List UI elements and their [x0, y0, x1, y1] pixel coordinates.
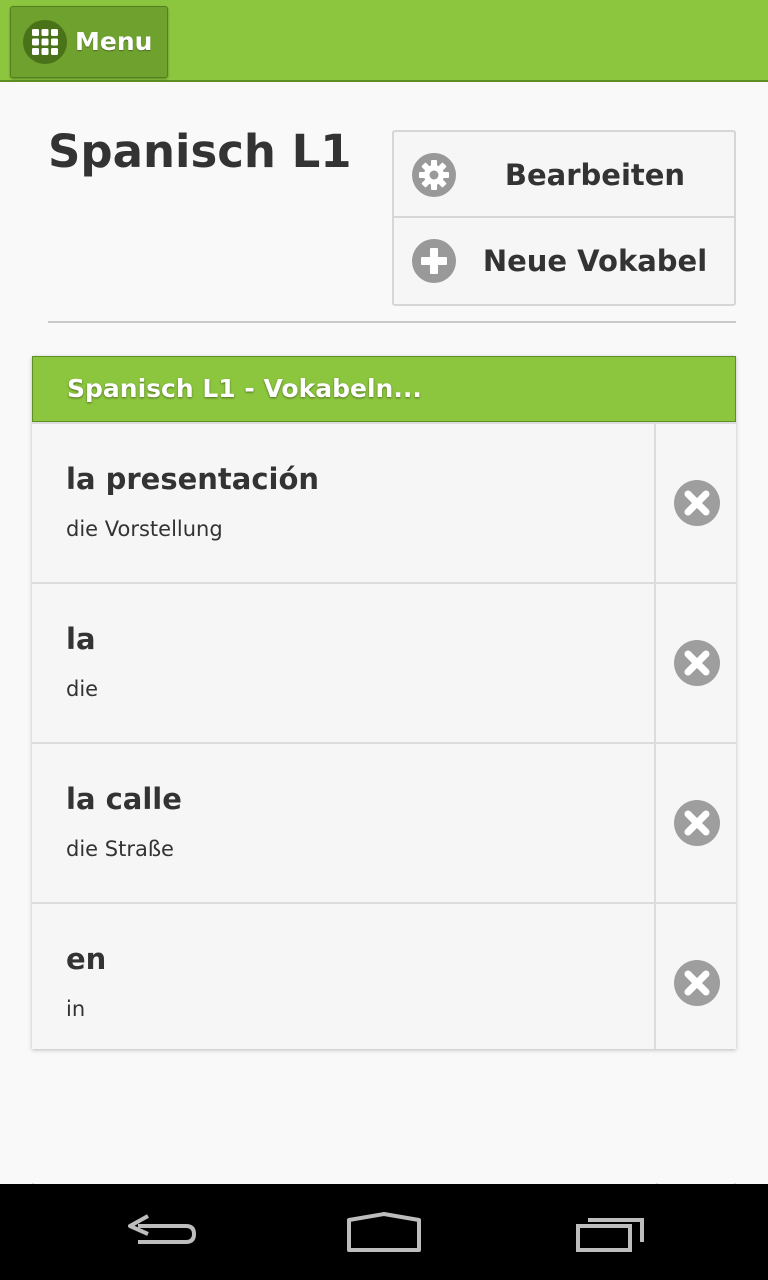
- vocab-item-body[interactable]: la die: [32, 584, 656, 742]
- gear-icon: [412, 153, 456, 197]
- delete-button[interactable]: [658, 424, 736, 582]
- vocab-word: la: [66, 622, 96, 656]
- list-header-title: Spanisch L1 - Vokabeln...: [67, 374, 422, 403]
- menu-label: Menu: [75, 27, 153, 56]
- vocab-list: Spanisch L1 - Vokabeln... la presentació…: [32, 356, 736, 1049]
- list-continuation: [32, 1176, 736, 1191]
- vocab-word: en: [66, 942, 107, 976]
- recents-icon: [564, 1218, 654, 1266]
- home-icon: [339, 1212, 429, 1266]
- list-header: Spanisch L1 - Vokabeln...: [32, 356, 736, 422]
- top-bar: Menu: [0, 0, 768, 82]
- back-button[interactable]: [114, 1202, 204, 1262]
- delete-button[interactable]: [658, 744, 736, 902]
- list-item: la die: [32, 582, 736, 742]
- vocab-word: la presentación: [66, 462, 320, 496]
- close-circle-icon: [674, 640, 720, 686]
- recents-button[interactable]: [564, 1202, 654, 1262]
- new-vocab-button-label: Neue Vokabel: [482, 244, 708, 278]
- vocab-item-body[interactable]: en in: [32, 904, 656, 1049]
- close-circle-icon: [674, 480, 720, 526]
- edit-button[interactable]: Bearbeiten: [394, 132, 734, 218]
- edit-button-label: Bearbeiten: [504, 158, 686, 192]
- vocab-translation: die Vorstellung: [66, 517, 223, 541]
- vocab-translation: in: [66, 997, 86, 1021]
- vocab-translation: die: [66, 677, 99, 701]
- list-item: la calle die Straße: [32, 742, 736, 902]
- home-button[interactable]: [339, 1202, 429, 1262]
- menu-button[interactable]: Menu: [10, 6, 168, 78]
- close-circle-icon: [674, 960, 720, 1006]
- list-item: la presentación die Vorstellung: [32, 422, 736, 582]
- vocab-word: la calle: [66, 782, 182, 816]
- action-group: Bearbeiten Neue Vokabel: [392, 130, 736, 306]
- plus-icon: [412, 239, 456, 283]
- back-icon: [114, 1214, 204, 1266]
- vocab-item-body[interactable]: la presentación die Vorstellung: [32, 424, 656, 582]
- page-title: Spanisch L1: [48, 125, 352, 178]
- vocab-item-body[interactable]: la calle die Straße: [32, 744, 656, 902]
- delete-button[interactable]: [658, 584, 736, 742]
- system-nav-bar: [0, 1184, 768, 1280]
- new-vocab-button[interactable]: Neue Vokabel: [394, 218, 734, 304]
- list-item: en in: [32, 902, 736, 1049]
- grid-icon: [23, 20, 67, 64]
- close-circle-icon: [674, 800, 720, 846]
- vocab-translation: die Straße: [66, 837, 174, 861]
- divider: [48, 321, 736, 323]
- delete-button[interactable]: [658, 904, 736, 1049]
